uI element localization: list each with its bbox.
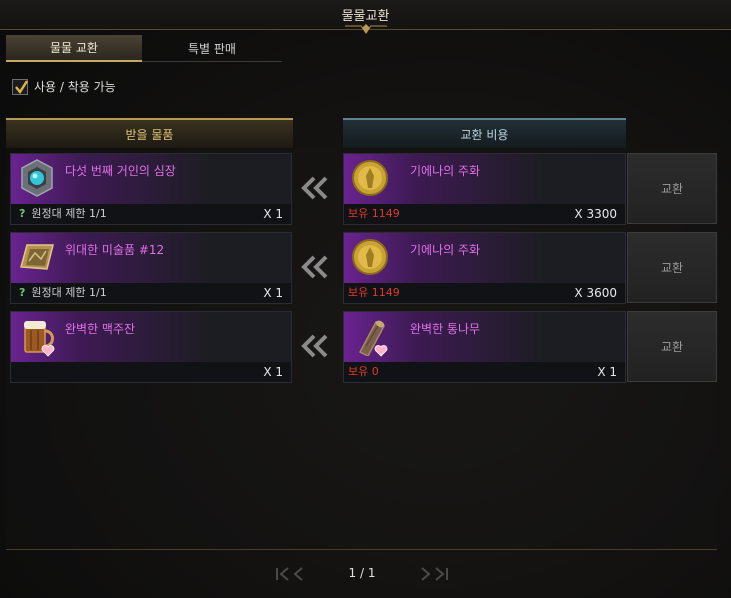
exchange-button[interactable]: 교환	[627, 232, 717, 303]
gold-coin-icon	[352, 160, 388, 196]
receive-item-card[interactable]: 다섯 번째 거인의 심장 ? 원정대 제한 1/1 X 1	[10, 153, 292, 225]
painting-icon	[20, 244, 54, 270]
cost-column-header: 교환 비용	[343, 118, 626, 148]
tab-barter[interactable]: 물물 교환	[6, 35, 142, 62]
exchange-button[interactable]: 교환	[627, 311, 717, 382]
usable-filter[interactable]: 사용 / 착용 가능	[12, 78, 116, 95]
receive-column-header: 받을 물품	[6, 118, 293, 148]
restriction-label: 원정대 제한 1/1	[31, 286, 107, 299]
cost-item-name: 기에나의 주화	[410, 164, 481, 178]
title-bar: 물물교환	[0, 0, 731, 34]
question-icon: ?	[19, 285, 26, 299]
owned-count: 보유 1149	[348, 286, 400, 299]
double-chevron-left-icon	[301, 334, 328, 358]
double-chevron-left-icon	[301, 255, 328, 279]
first-page-icon[interactable]	[274, 566, 308, 582]
receive-item-card[interactable]: 완벽한 맥주잔 X 1	[10, 311, 292, 383]
pagination-divider	[6, 549, 717, 550]
owned-count: 보유 1149	[348, 207, 400, 220]
receive-item-card[interactable]: 위대한 미술품 #12 ? 원정대 제한 1/1 X 1	[10, 232, 292, 304]
receive-item-quantity: X 1	[263, 207, 283, 221]
receive-item-quantity: X 1	[263, 286, 283, 300]
last-page-icon[interactable]	[416, 566, 450, 582]
usable-filter-checkbox[interactable]	[12, 78, 28, 95]
cost-item-card[interactable]: 기에나의 주화 보유 1149 X 3600	[343, 232, 626, 304]
cost-item-card[interactable]: 완벽한 통나무 보유 0 X 1	[343, 311, 626, 383]
receive-item-name: 다섯 번째 거인의 심장	[65, 164, 176, 178]
receive-item-quantity: X 1	[263, 365, 283, 379]
question-icon: ?	[19, 206, 26, 220]
tab-special-sale[interactable]: 특별 판매	[142, 35, 282, 62]
receive-item-name: 완벽한 맥주잔	[65, 322, 136, 336]
barter-window: 물물교환 물물 교환 특별 판매 사용 / 착용 가능 받을 물품 교환 비용	[0, 0, 731, 598]
checkmark-icon	[15, 79, 28, 94]
title-ornament-icon	[345, 24, 387, 34]
owned-count: 보유 0	[348, 365, 379, 378]
restriction-label: 원정대 제한 1/1	[31, 207, 107, 220]
cost-item-name: 완벽한 통나무	[410, 322, 481, 336]
cost-item-name: 기에나의 주화	[410, 243, 481, 257]
cost-item-quantity: X 3300	[574, 207, 617, 221]
heart-icon	[374, 345, 388, 357]
exchange-button[interactable]: 교환	[627, 153, 717, 224]
restriction-note: ? 원정대 제한 1/1	[19, 284, 107, 300]
cost-item-quantity: X 3600	[574, 286, 617, 300]
restriction-note: ? 원정대 제한 1/1	[19, 205, 107, 221]
page-indicator: 1 / 1	[348, 566, 376, 580]
double-chevron-left-icon	[301, 176, 328, 200]
cost-item-quantity: X 1	[597, 365, 617, 379]
heart-icon	[41, 345, 55, 357]
gold-coin-icon	[352, 239, 388, 275]
tab-bar: 물물 교환 특별 판매	[6, 35, 282, 62]
receive-item-name: 위대한 미술품 #12	[65, 243, 165, 257]
giant-heart-icon	[21, 159, 53, 197]
cost-item-card[interactable]: 기에나의 주화 보유 1149 X 3300	[343, 153, 626, 225]
usable-filter-label: 사용 / 착용 가능	[34, 80, 116, 94]
